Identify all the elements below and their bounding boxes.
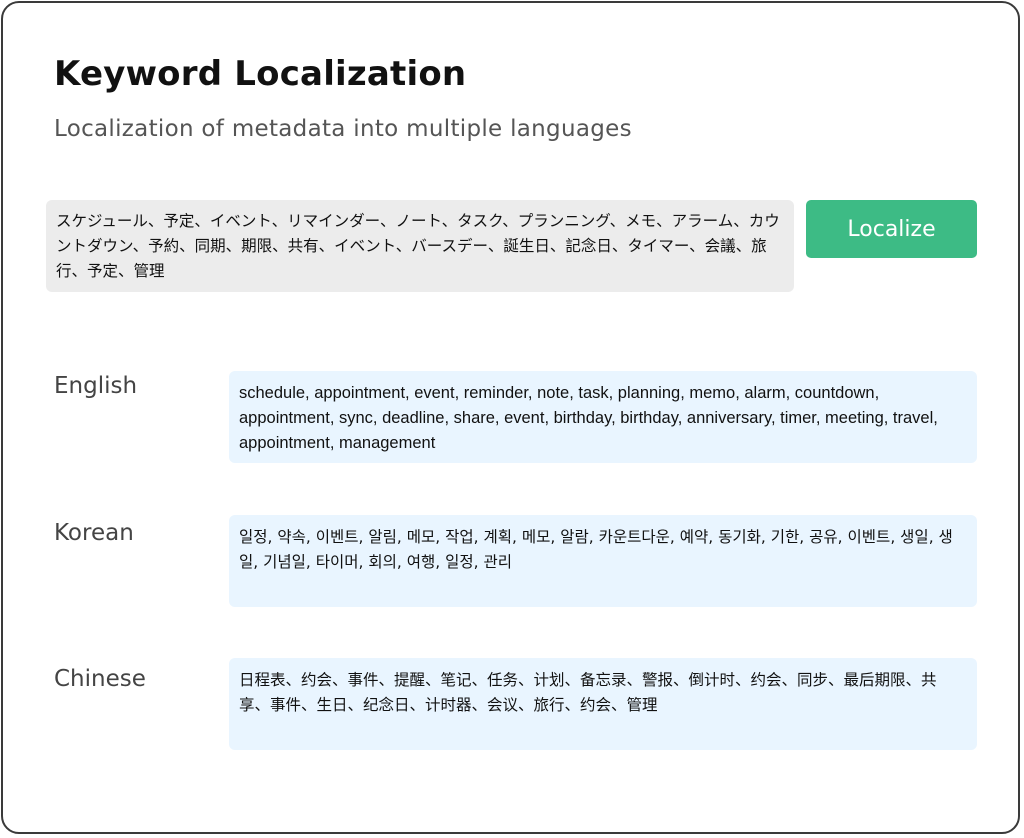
- language-label-korean: Korean: [54, 520, 134, 546]
- language-label-chinese: Chinese: [54, 666, 146, 692]
- result-chinese: 日程表、约会、事件、提醒、笔记、任务、计划、备忘录、警报、倒计时、约会、同步、最…: [229, 658, 977, 750]
- page-subtitle: Localization of metadata into multiple l…: [54, 116, 632, 142]
- source-keywords-input[interactable]: スケジュール、予定、イベント、リマインダー、ノート、タスク、プランニング、メモ、…: [46, 200, 794, 292]
- result-korean: 일정, 약속, 이벤트, 알림, 메모, 작업, 계획, 메모, 알람, 카운트…: [229, 515, 977, 607]
- result-english: schedule, appointment, event, reminder, …: [229, 371, 977, 463]
- language-label-english: English: [54, 373, 138, 399]
- page-title: Keyword Localization: [54, 54, 467, 94]
- localize-button[interactable]: Localize: [806, 200, 977, 258]
